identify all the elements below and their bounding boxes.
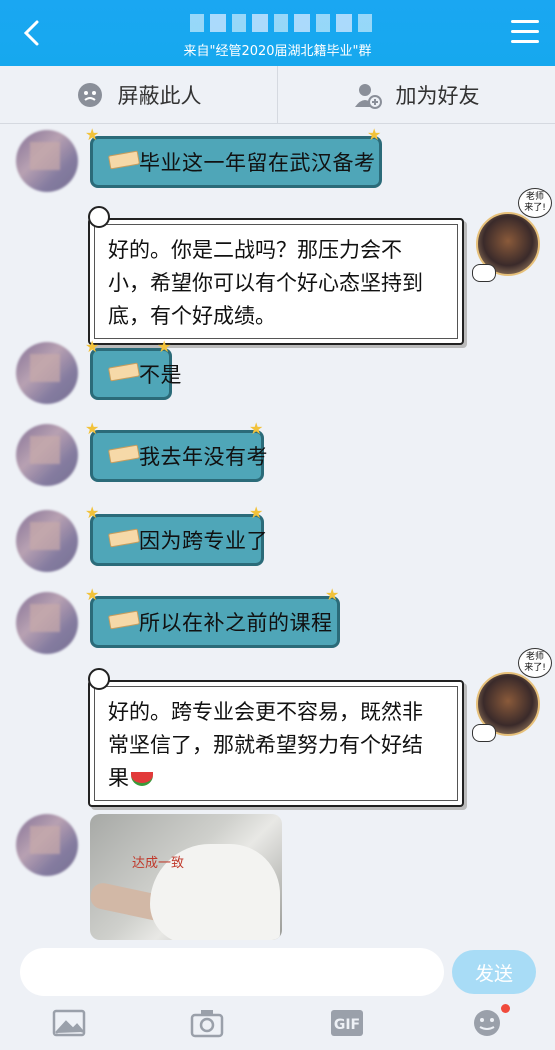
my-avatar[interactable]: 老师 来了! bbox=[472, 188, 552, 282]
notification-dot bbox=[501, 1004, 510, 1013]
add-friend-button[interactable]: 加为好友 bbox=[277, 66, 555, 123]
message-bubble-left[interactable]: ★ ★ 因为跨专业了 bbox=[85, 505, 268, 566]
message-text: 好的。你是二战吗？那压力会不小，希望你可以有个好心态坚持到底，有个好成绩。 bbox=[108, 238, 423, 328]
block-user-label: 屏蔽此人 bbox=[117, 83, 202, 108]
cat-decoration-icon bbox=[88, 668, 110, 690]
book-decoration-icon bbox=[108, 362, 140, 383]
image-message[interactable]: 达成一致 bbox=[90, 814, 282, 940]
sender-avatar[interactable] bbox=[16, 424, 78, 486]
teacher-badge: 老师 来了! bbox=[518, 188, 552, 218]
star-decoration-icon: ★ bbox=[249, 419, 264, 438]
cat-decoration-icon bbox=[472, 724, 496, 742]
gif-label: GIF bbox=[334, 1017, 360, 1033]
star-decoration-icon: ★ bbox=[85, 503, 100, 522]
message-bubble-left[interactable]: ★ ★ 所以在补之前的课程 bbox=[85, 587, 340, 648]
sender-avatar[interactable] bbox=[16, 510, 78, 572]
teacher-badge: 老师 来了! bbox=[518, 648, 552, 678]
star-decoration-icon: ★ bbox=[85, 337, 100, 356]
book-decoration-icon bbox=[108, 150, 140, 171]
emoji-icon[interactable] bbox=[470, 1004, 510, 1038]
message-bubble-right[interactable]: 好的。你是二战吗？那压力会不小，希望你可以有个好心态坚持到底，有个好成绩。 bbox=[88, 206, 464, 345]
stranger-action-bar: 屏蔽此人 加为好友 bbox=[0, 66, 555, 124]
chat-title-blurred bbox=[190, 14, 372, 32]
image-icon[interactable] bbox=[52, 1008, 86, 1038]
sender-avatar[interactable] bbox=[16, 814, 78, 876]
input-bar: 发送 GIF bbox=[0, 940, 555, 1050]
message-bubble-right[interactable]: 好的。跨专业会更不容易，既然非常坚信了，那就希望努力有个好结果 bbox=[88, 668, 464, 807]
cat-decoration-icon bbox=[472, 264, 496, 282]
menu-icon[interactable] bbox=[511, 20, 539, 46]
message-text: 我去年没有考 bbox=[139, 445, 268, 469]
sender-avatar[interactable] bbox=[16, 130, 78, 192]
star-decoration-icon: ★ bbox=[85, 419, 100, 438]
star-decoration-icon: ★ bbox=[157, 337, 172, 356]
sender-avatar[interactable] bbox=[16, 342, 78, 404]
star-decoration-icon: ★ bbox=[85, 585, 100, 604]
block-user-button[interactable]: 屏蔽此人 bbox=[0, 66, 277, 123]
watermelon-emoji-icon bbox=[131, 772, 153, 786]
add-friend-label: 加为好友 bbox=[395, 83, 480, 108]
message-bubble-left[interactable]: ★ ★ 毕业这一年留在武汉备考 bbox=[85, 127, 382, 188]
sender-avatar[interactable] bbox=[16, 592, 78, 654]
star-decoration-icon: ★ bbox=[85, 125, 100, 144]
chat-header: 来自"经管2020届湖北籍毕业"群 bbox=[0, 0, 555, 66]
cat-decoration-icon bbox=[88, 206, 110, 228]
add-person-icon bbox=[354, 83, 382, 109]
book-decoration-icon bbox=[108, 444, 140, 465]
message-input[interactable] bbox=[20, 948, 444, 996]
book-decoration-icon bbox=[108, 610, 140, 631]
message-text: 好的。跨专业会更不容易，既然非常坚信了，那就希望努力有个好结果 bbox=[108, 700, 423, 790]
star-decoration-icon: ★ bbox=[249, 503, 264, 522]
star-decoration-icon: ★ bbox=[325, 585, 340, 604]
message-text: 不是 bbox=[139, 363, 182, 387]
message-bubble-left[interactable]: ★ ★ 不是 bbox=[85, 339, 182, 400]
message-text: 所以在补之前的课程 bbox=[139, 611, 333, 635]
message-text: 毕业这一年留在武汉备考 bbox=[139, 151, 376, 175]
gif-icon[interactable]: GIF bbox=[330, 1008, 364, 1038]
book-decoration-icon bbox=[108, 528, 140, 549]
camera-icon[interactable] bbox=[190, 1008, 224, 1038]
star-decoration-icon: ★ bbox=[367, 125, 382, 144]
my-avatar[interactable]: 老师 来了! bbox=[472, 648, 552, 742]
send-button[interactable]: 发送 bbox=[452, 950, 536, 994]
message-text: 因为跨专业了 bbox=[139, 529, 268, 553]
chat-message-list[interactable]: ★ ★ 毕业这一年留在武汉备考 老师 来了! 好的。你是二战吗？那压力会不小，希望… bbox=[0, 124, 555, 940]
chat-subtitle: 来自"经管2020届湖北籍毕业"群 bbox=[183, 44, 372, 59]
message-bubble-left[interactable]: ★ ★ 我去年没有考 bbox=[85, 421, 268, 482]
image-caption: 达成一致 bbox=[132, 856, 185, 871]
block-icon bbox=[77, 82, 102, 107]
